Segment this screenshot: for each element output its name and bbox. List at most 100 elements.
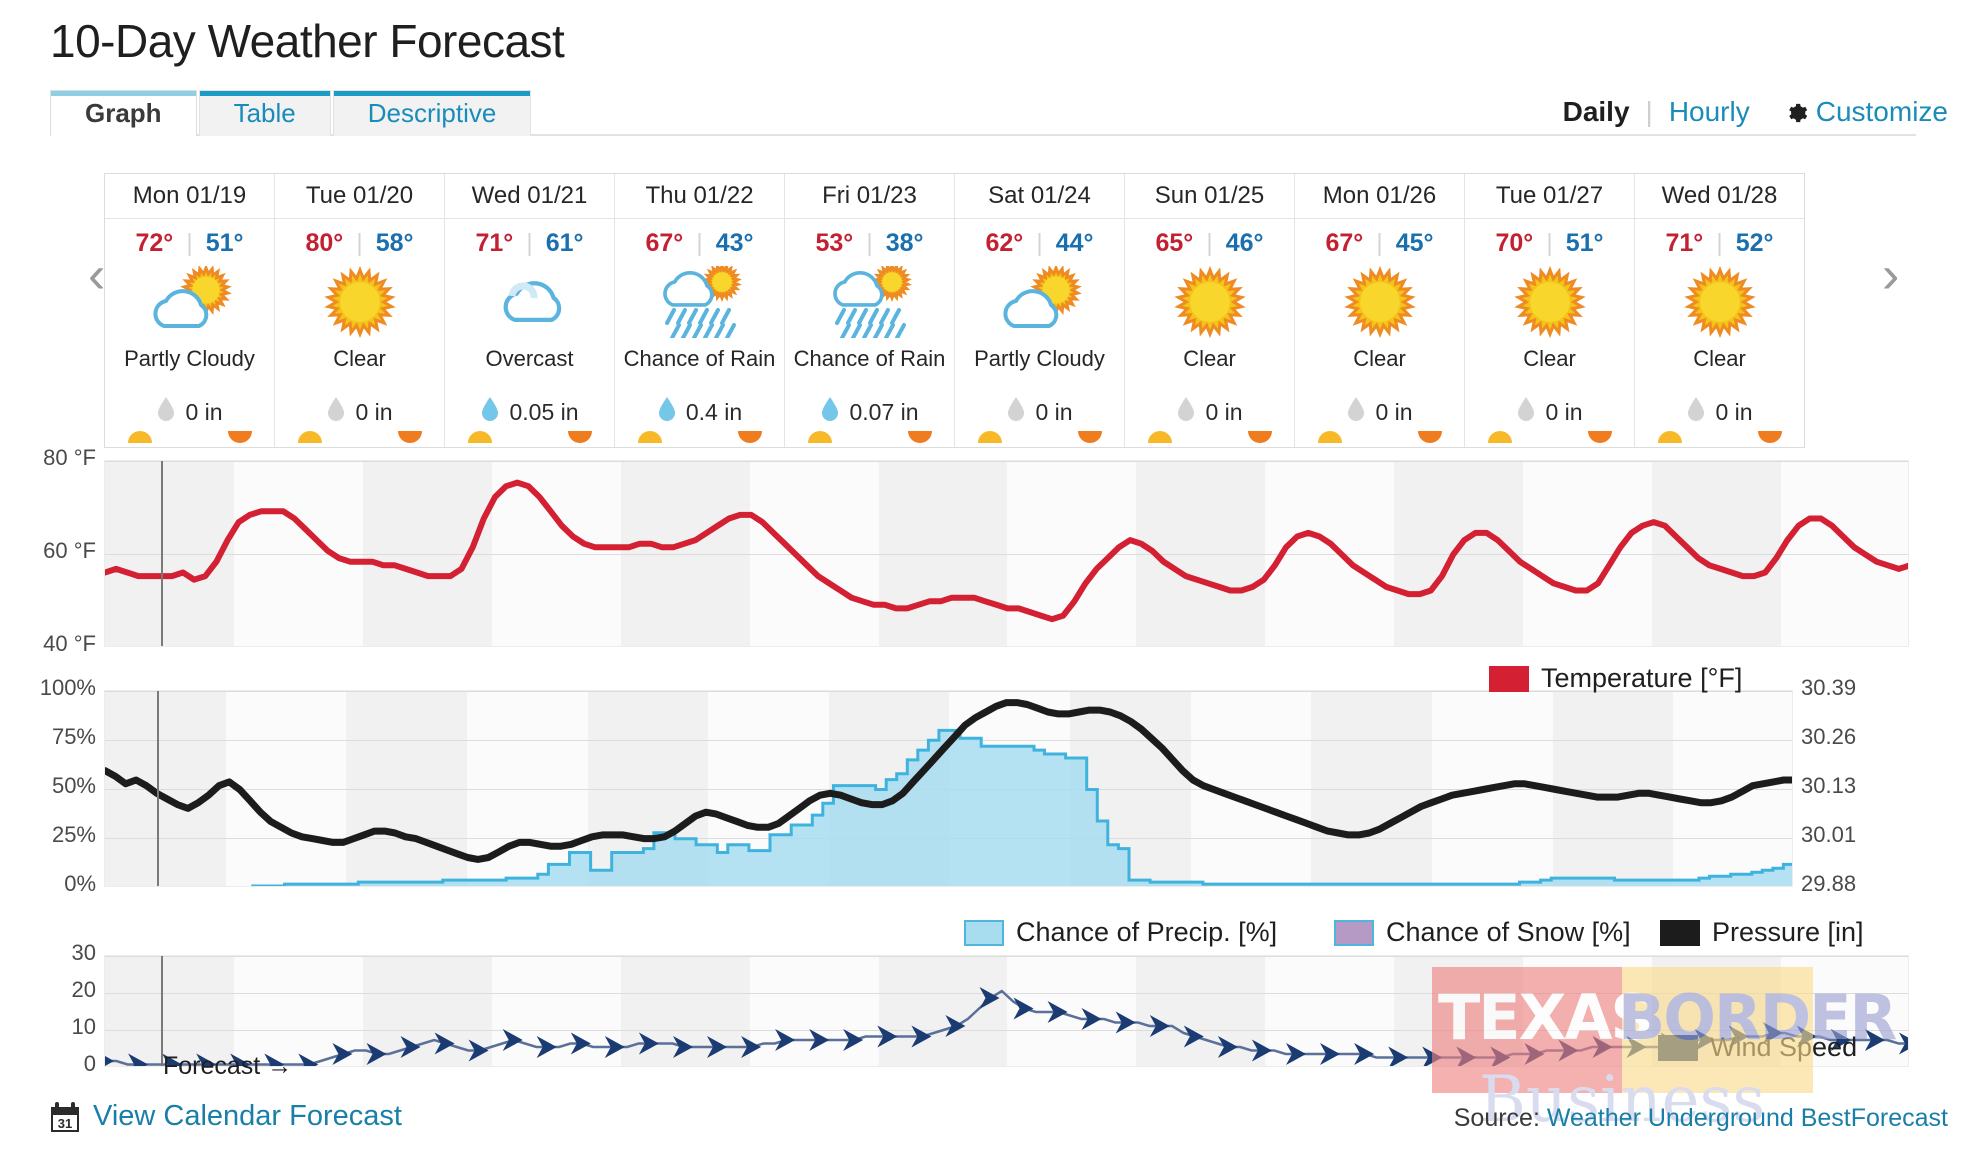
day-body: 67° | 45° Clear 0 in: [1295, 219, 1464, 447]
wind-barb-icon: [979, 987, 1000, 1009]
precip-pressure-series: [105, 699, 1792, 886]
day-body: 71° | 52° Clear 0 in: [1635, 219, 1804, 447]
customize-label: Customize: [1815, 96, 1948, 127]
day-body: 70° | 51° Clear 0 in: [1465, 219, 1634, 447]
day-temperatures: 62° | 44°: [985, 229, 1093, 258]
sunrise-icon: [977, 431, 1002, 443]
day-card[interactable]: Wed 01/28 71° | 52° Clear 0 in: [1635, 174, 1804, 447]
daily-toggle[interactable]: Daily: [1563, 96, 1630, 128]
day-temperatures: 71° | 61°: [475, 229, 583, 258]
temperature-chart: [0, 455, 1962, 660]
day-condition: Clear: [1183, 346, 1236, 371]
forecast-marker-label: Forecast →: [163, 1052, 293, 1080]
current-time-marker: [161, 956, 163, 1066]
source-link[interactable]: Weather Underground BestForecast: [1547, 1104, 1948, 1132]
day-precip: 0 in: [1006, 396, 1073, 428]
tab-graph[interactable]: Graph: [50, 90, 197, 136]
wind-barb-icon: [1013, 997, 1034, 1020]
day-body: 72° | 51° Partly Cloudy 0 in: [105, 219, 274, 447]
day-card[interactable]: Sun 01/25 65° | 46° Clear 0 in: [1125, 174, 1295, 447]
precip-y-tick: 25%: [51, 822, 96, 847]
wind-legend: Wind Speed: [1658, 1032, 1857, 1063]
header-controls: Daily | Hourly Customize: [1563, 96, 1948, 128]
precip-drop-icon: [657, 396, 677, 428]
day-card[interactable]: Mon 01/26 67° | 45° Clear 0 in: [1295, 174, 1465, 447]
sunny-icon: [1162, 266, 1258, 338]
day-condition: Partly Cloudy: [124, 346, 255, 371]
tab-label: Graph: [85, 98, 162, 128]
tab-descriptive[interactable]: Descriptive: [332, 90, 532, 136]
sunrise-icon: [1317, 431, 1342, 443]
day-card[interactable]: Thu 01/22 67° | 43° Chance of Rain 0.4 in: [615, 174, 785, 447]
day-high: 72°: [135, 229, 174, 257]
wind-series: [105, 987, 1908, 1066]
precip-amount: 0 in: [1035, 398, 1073, 425]
day-card[interactable]: Tue 01/20 80° | 58° Clear 0 in: [275, 174, 445, 447]
temperature-legend-swatch: [1489, 665, 1529, 692]
sunrise-icon: [1657, 431, 1682, 443]
sunset-icon: [567, 431, 592, 443]
precip-pressure-chart: [0, 690, 1962, 895]
day-temperatures: 70° | 51°: [1495, 229, 1603, 258]
precip-drop-icon: [820, 396, 840, 428]
day-precip: 0 in: [326, 396, 393, 428]
pressure-y-tick: 30.26: [1801, 724, 1857, 749]
wind-legend-swatch: [1658, 1034, 1698, 1061]
precip-amount: 0 in: [1715, 398, 1753, 425]
precip-drop-icon: [1346, 396, 1366, 428]
next-days-button[interactable]: ›: [1882, 245, 1899, 305]
day-card[interactable]: Fri 01/23 53° | 38° Chance of Rain 0.07 in: [785, 174, 955, 447]
day-temperatures: 72° | 51°: [135, 229, 243, 258]
day-card[interactable]: Wed 01/21 71° | 61° Overcast 0.05 in: [445, 174, 615, 447]
prev-days-button[interactable]: ‹: [88, 245, 105, 305]
day-high: 71°: [475, 229, 514, 257]
day-body: 65° | 46° Clear 0 in: [1125, 219, 1294, 447]
day-high: 67°: [645, 229, 684, 257]
day-date: Wed 01/28: [1635, 174, 1804, 219]
sunset-icon: [1587, 431, 1612, 443]
day-date: Tue 01/27: [1465, 174, 1634, 219]
calendar-forecast-row[interactable]: 31 View Calendar Forecast: [50, 1100, 402, 1133]
day-condition: Partly Cloudy: [974, 346, 1105, 371]
day-high: 70°: [1495, 229, 1534, 257]
view-calendar-forecast-link[interactable]: View Calendar Forecast: [93, 1100, 402, 1133]
sun-times: [1487, 431, 1612, 447]
sun-times: [1317, 431, 1442, 447]
precip-drop-icon: [1516, 396, 1536, 428]
sunrise-icon: [1487, 431, 1512, 443]
tab-table[interactable]: Table: [198, 90, 331, 136]
sunrise-icon: [467, 431, 492, 443]
wind-barb-icon: [775, 1029, 796, 1051]
customize-button[interactable]: Customize: [1784, 96, 1948, 128]
wind-barb-icon: [400, 1036, 421, 1058]
toggle-separator: |: [1645, 96, 1653, 127]
wind-barb-icon: [673, 1036, 693, 1058]
day-card[interactable]: Mon 01/19 72° | 51° Partly Cloudy 0 in: [105, 174, 275, 447]
temp-separator: |: [186, 229, 193, 257]
precip-drop-icon: [1006, 396, 1026, 428]
day-card[interactable]: Sat 01/24 62° | 44° Partly Cloudy 0 in: [955, 174, 1125, 447]
temperature-y-tick: 40 °F: [43, 631, 96, 656]
day-temperatures: 80° | 58°: [305, 229, 413, 258]
day-body: 53° | 38° Chance of Rain 0.07 in: [785, 219, 954, 447]
wind-barb-icon: [366, 1043, 387, 1065]
sun-times: [637, 431, 762, 447]
precip-drop-icon: [480, 396, 500, 428]
sunset-icon: [1417, 431, 1442, 443]
sunny-icon: [312, 266, 408, 338]
day-low: 44°: [1055, 229, 1094, 257]
day-date: Mon 01/19: [105, 174, 274, 219]
sun-times: [977, 431, 1102, 447]
gear-icon: [1784, 100, 1808, 124]
sunrise-icon: [1147, 431, 1172, 443]
sunset-icon: [907, 431, 932, 443]
day-condition: Chance of Rain: [623, 346, 776, 371]
day-date: Tue 01/20: [275, 174, 444, 219]
hourly-toggle[interactable]: Hourly: [1669, 96, 1750, 128]
sun-times: [127, 431, 252, 447]
day-card[interactable]: Tue 01/27 70° | 51° Clear 0 in: [1465, 174, 1635, 447]
tab-label: Descriptive: [367, 98, 497, 128]
day-temperatures: 53° | 38°: [815, 229, 923, 258]
precip-plot: [104, 690, 1793, 887]
wind-chart: [0, 955, 1962, 1085]
